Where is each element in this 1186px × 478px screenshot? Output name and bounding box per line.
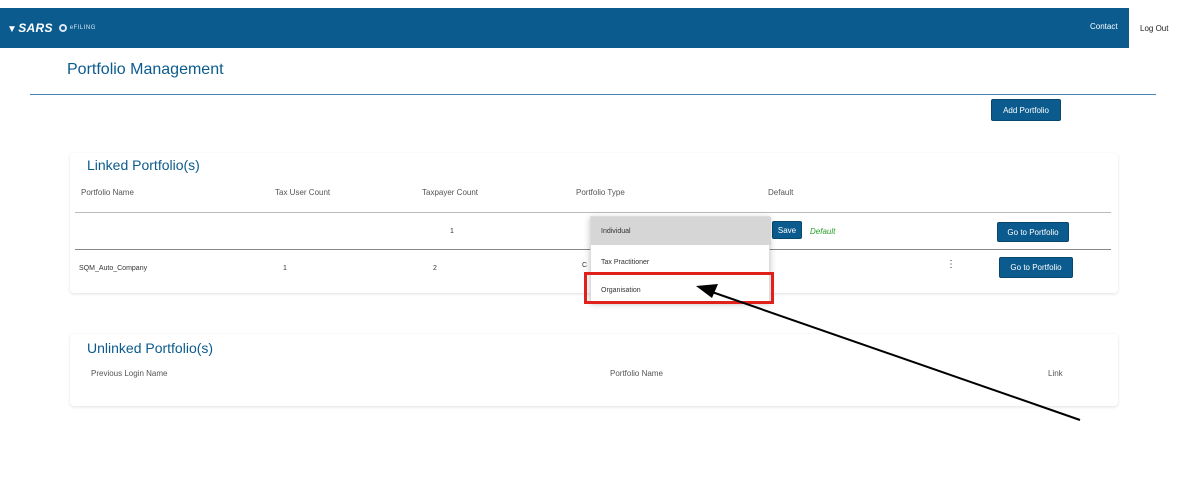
top-navigation-bar: ▼SARS eFILING Contact — [0, 8, 1186, 48]
save-button[interactable]: Save — [772, 221, 802, 239]
column-portfolio-type: Portfolio Type — [576, 188, 625, 197]
linked-portfolio-heading: Linked Portfolio(s) — [87, 157, 200, 173]
column-tax-user-count: Tax User Count — [275, 188, 331, 197]
organisation-highlight-box — [584, 272, 774, 304]
column-portfolio-name: Portfolio Name — [81, 188, 134, 197]
column-taxpayer-count: Taxpayer Count — [422, 188, 479, 197]
option-individual[interactable]: Individual — [591, 217, 771, 245]
page-title: Portfolio Management — [67, 61, 224, 78]
add-portfolio-button[interactable]: Add Portfolio — [991, 99, 1061, 121]
more-options-icon[interactable]: ⋮ — [946, 259, 956, 270]
logout-button[interactable]: Log Out — [1129, 8, 1186, 48]
default-label: Default — [810, 227, 836, 236]
row2-portfolio-name: SQM_Auto_Company — [79, 265, 148, 272]
column-portfolio-name: Portfolio Name — [610, 369, 663, 378]
unlinked-portfolio-heading: Unlinked Portfolio(s) — [87, 340, 214, 356]
column-default: Default — [768, 188, 794, 197]
efiling-logo: eFILING — [58, 24, 96, 32]
header-divider — [75, 212, 1111, 213]
row2-taxpayer-count: 2 — [433, 265, 437, 272]
go-to-portfolio-button[interactable]: Go to Portfolio — [999, 257, 1073, 278]
go-to-portfolio-button[interactable]: Go to Portfolio — [997, 222, 1069, 242]
sars-logo[interactable]: ▼SARS eFILING — [7, 21, 96, 35]
title-divider — [30, 94, 1156, 95]
row2-tax-user-count: 1 — [283, 265, 287, 272]
contact-link[interactable]: Contact — [1090, 22, 1118, 31]
sars-logo-mark: ▼SARS — [7, 21, 53, 35]
row1-taxpayer-count: 1 — [450, 228, 454, 235]
column-previous-login-name: Previous Login Name — [91, 369, 168, 378]
row2-portfolio-type-partial: C — [582, 262, 588, 269]
unlinked-portfolio-card — [70, 334, 1118, 406]
column-link: Link — [1048, 369, 1063, 378]
